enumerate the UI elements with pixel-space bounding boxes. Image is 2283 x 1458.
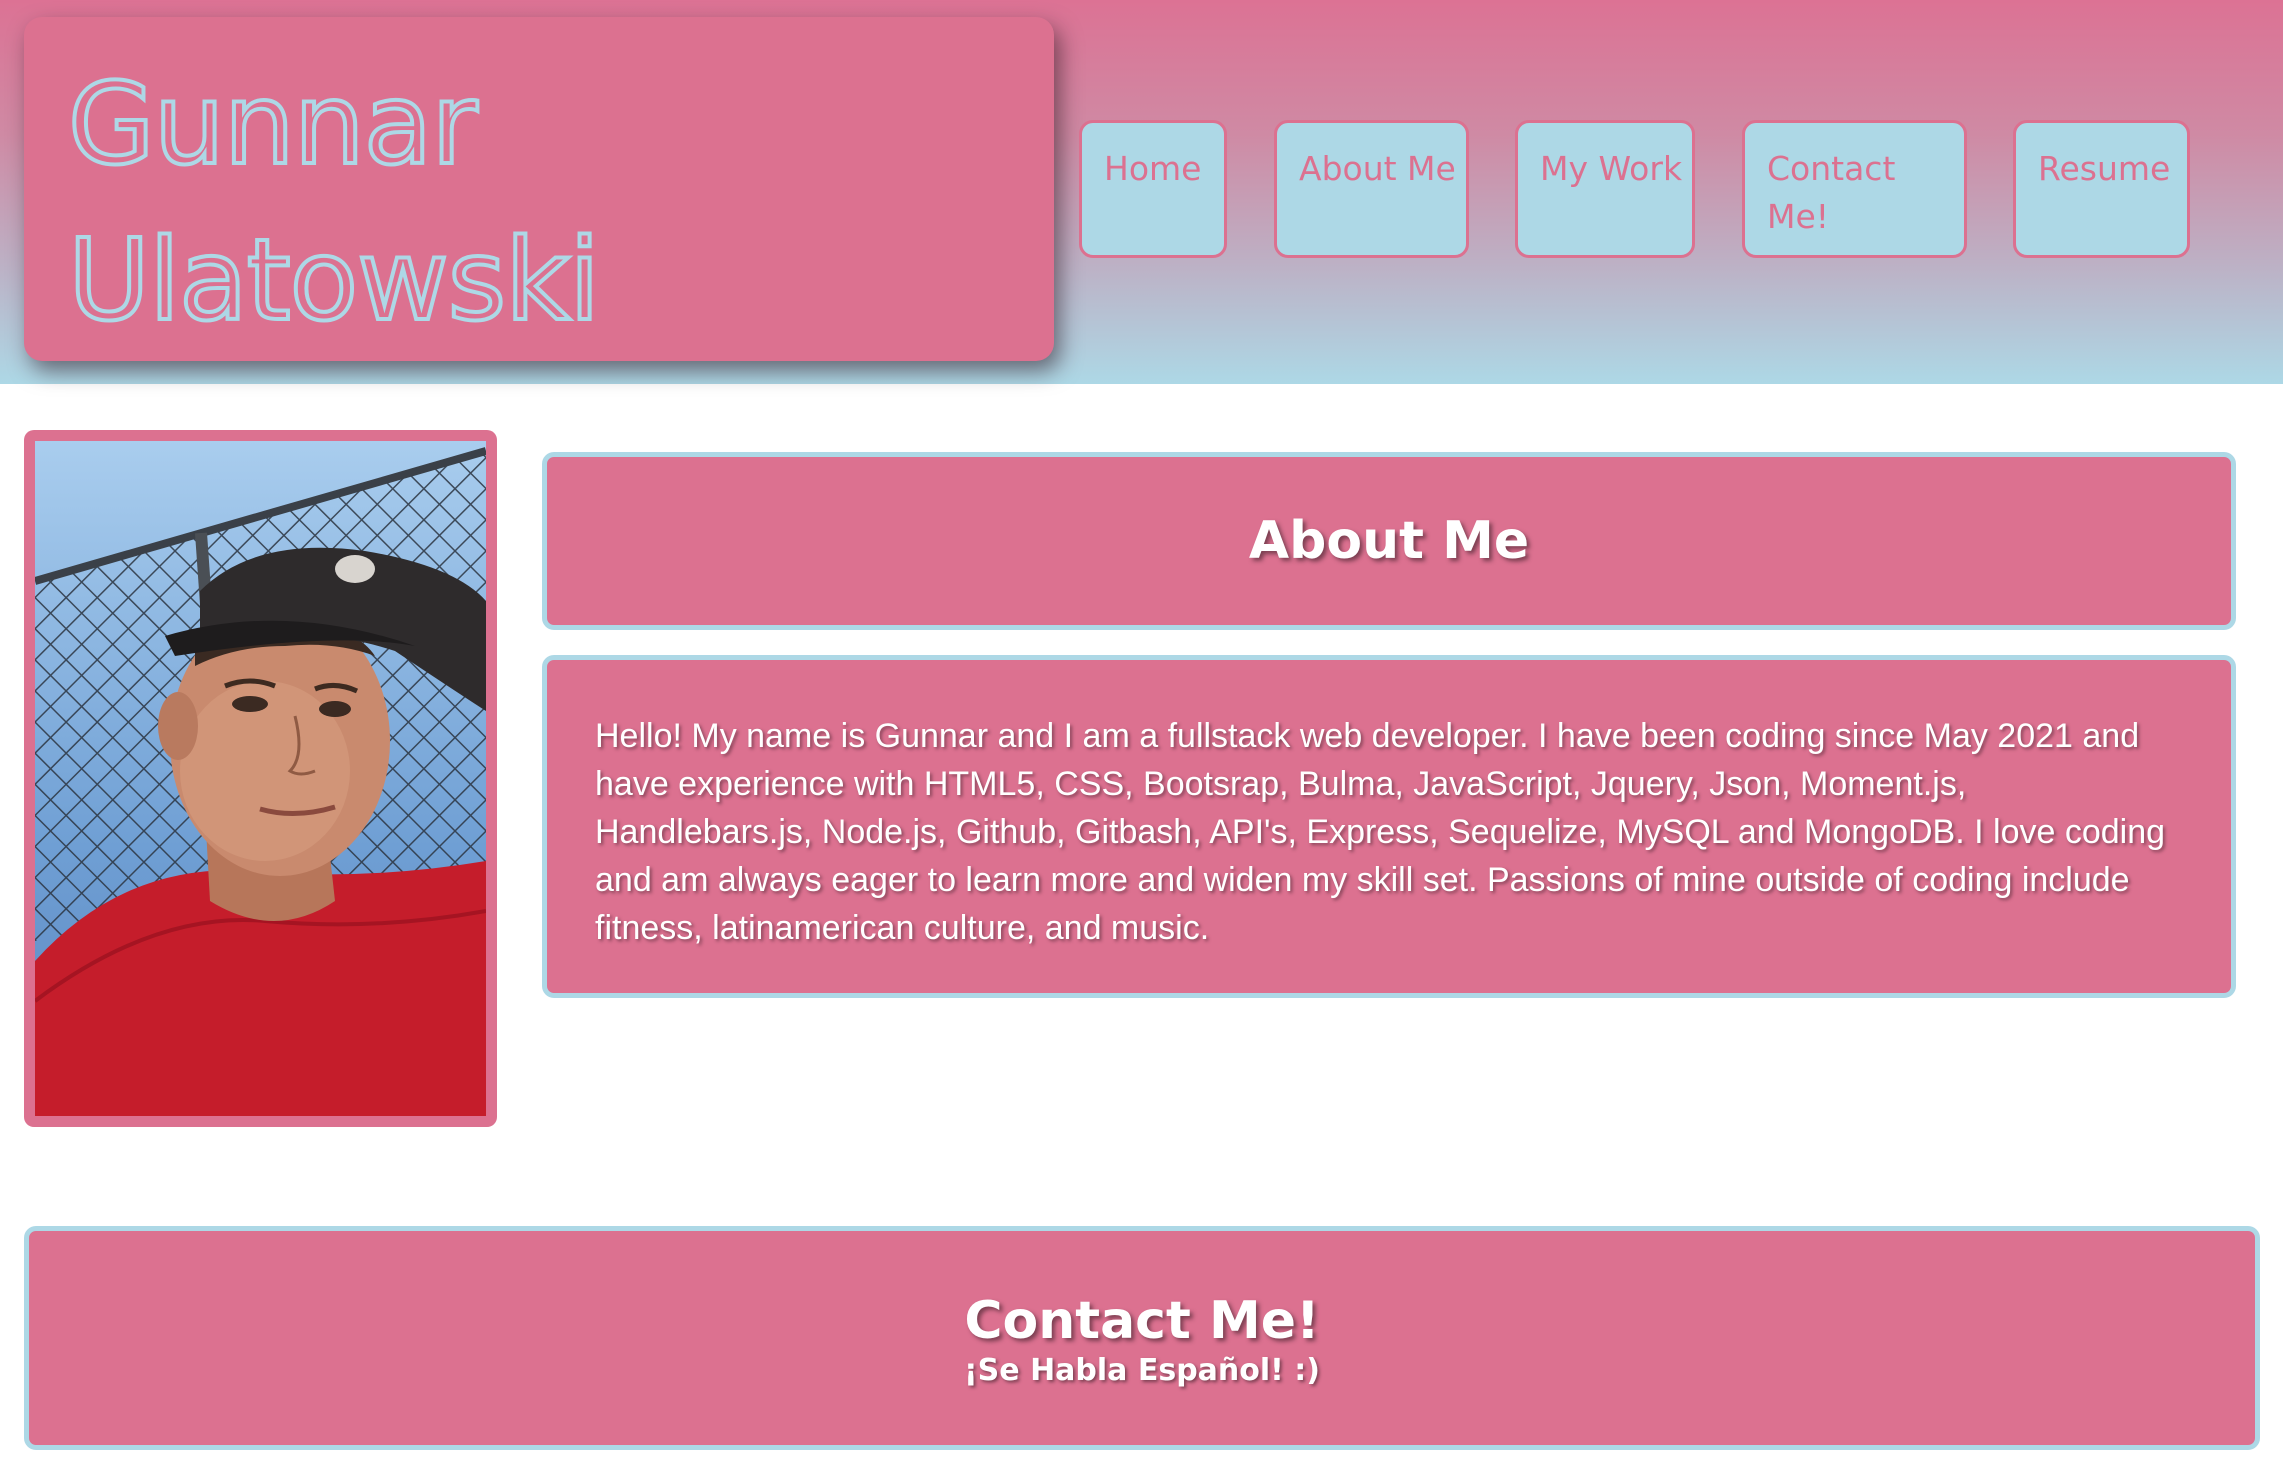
nav-about-button[interactable]: About Me [1274,120,1469,258]
nav-resume-button[interactable]: Resume [2013,120,2190,258]
contact-subtitle: ¡Se Habla Español! :) [963,1353,1321,1388]
name-card: Gunnar Ulatowski [24,17,1054,361]
profile-photo [35,441,486,1116]
about-text: Hello! My name is Gunnar and I am a full… [595,717,2166,947]
about-title: About Me [1248,511,1530,571]
site-header: Gunnar Ulatowski Home About Me My Work C… [0,0,2283,384]
name-first: Gunnar [66,60,479,190]
contact-section: Contact Me! ¡Se Habla Español! :) [24,1226,2260,1450]
contact-title: Contact Me! [964,1291,1320,1351]
profile-photo-frame [24,430,497,1127]
nav-home-button[interactable]: Home [1079,120,1227,258]
nav-contact-button[interactable]: Contact Me! [1742,120,1967,258]
nav-work-button[interactable]: My Work [1515,120,1695,258]
about-title-box: About Me [542,452,2236,630]
about-body-box: Hello! My name is Gunnar and I am a full… [542,655,2236,998]
name-last: Ulatowski [66,216,602,346]
